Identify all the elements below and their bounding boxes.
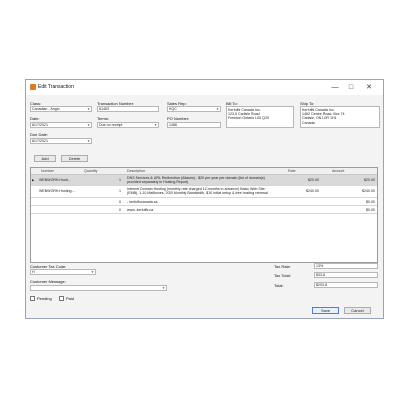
item-description: DNS Services & URL Redirection (Aliases)… bbox=[127, 176, 265, 185]
terms-select[interactable]: Due on receipt ▼ bbox=[97, 122, 159, 128]
chevron-down-icon: ▼ bbox=[91, 270, 94, 274]
sales-rep-value: KQC bbox=[169, 107, 177, 111]
app-icon bbox=[30, 84, 36, 90]
cancel-button[interactable]: Cancel bbox=[344, 307, 371, 314]
add-button[interactable]: Add bbox=[34, 155, 56, 162]
item-number: WEBWORK:Hosting:... bbox=[39, 189, 76, 193]
window-title: Edit Transaction bbox=[38, 84, 74, 90]
minimize-button[interactable]: — bbox=[328, 82, 342, 93]
table-row[interactable]: WEBWORK:Hosting:... 1 Internet Domain Ho… bbox=[31, 186, 377, 198]
customer-tax-code-select[interactable]: H ▼ bbox=[30, 269, 96, 275]
customer-tax-code-value: H bbox=[32, 270, 35, 274]
table-row[interactable]: 0 www. kerfuffs.ca $0.00 bbox=[31, 206, 377, 214]
title-bar: Edit Transaction — □ ✕ bbox=[26, 80, 383, 95]
chevron-down-icon: ▼ bbox=[87, 139, 90, 143]
po-number-input[interactable]: 1486 bbox=[167, 122, 221, 128]
date-value: 8/17/2021 bbox=[32, 123, 48, 127]
item-quantity: 1 bbox=[119, 178, 121, 182]
tax-total-label: Tax Total: bbox=[274, 273, 291, 278]
total-value: $293.8 bbox=[314, 282, 378, 288]
item-quantity: 1 bbox=[119, 189, 121, 193]
terms-value: Due on receipt bbox=[99, 123, 123, 127]
column-header-rate[interactable]: Rate bbox=[288, 169, 296, 173]
item-amount: $0.00 bbox=[366, 200, 375, 204]
due-date-picker[interactable]: 8/17/2021 ▼ bbox=[30, 138, 92, 144]
line-items-table: Number Quantity Description Rate Amount … bbox=[30, 167, 378, 263]
pending-checkbox[interactable] bbox=[30, 296, 35, 301]
class-value: Canadian - Anglo bbox=[32, 107, 60, 111]
customer-message-label: Customer Message: bbox=[30, 279, 66, 284]
item-description: Internet Domain Hosting (monthly rate ch… bbox=[127, 187, 268, 196]
item-description: - kerfuffscanada.ca bbox=[127, 200, 158, 204]
column-header-quantity[interactable]: Quantity bbox=[84, 169, 97, 173]
item-rate: $20.00 bbox=[308, 178, 319, 182]
paid-label: Paid bbox=[66, 296, 75, 301]
chevron-down-icon: ▼ bbox=[87, 123, 90, 127]
column-header-amount[interactable]: Amount bbox=[332, 169, 344, 173]
date-picker[interactable]: 8/17/2021 ▼ bbox=[30, 122, 92, 128]
date-label: Date: bbox=[30, 116, 40, 121]
total-label: Total: bbox=[274, 283, 284, 288]
item-quantity: 0 bbox=[119, 208, 121, 212]
column-header-description[interactable]: Description bbox=[127, 169, 145, 173]
item-description: www. kerfuffs.ca bbox=[127, 208, 154, 212]
pending-label: Pending bbox=[37, 296, 52, 301]
row-selector-icon: ▶ bbox=[32, 178, 35, 182]
item-amount: $0.00 bbox=[366, 208, 375, 212]
chevron-down-icon: ▼ bbox=[87, 107, 90, 111]
edit-transaction-window: Edit Transaction — □ ✕ Class: Transactio… bbox=[25, 79, 384, 319]
chevron-down-icon: ▼ bbox=[154, 123, 157, 127]
tax-rate-value: 13% bbox=[314, 263, 378, 269]
save-button[interactable]: Save bbox=[312, 307, 339, 314]
terms-label: Terms: bbox=[97, 116, 109, 121]
close-button[interactable]: ✕ bbox=[362, 82, 376, 93]
maximize-button[interactable]: □ bbox=[344, 82, 358, 93]
table-header: Number Quantity Description Rate Amount bbox=[31, 168, 377, 175]
tax-total-value: $33.8 bbox=[314, 272, 378, 278]
item-amount: $240.00 bbox=[362, 189, 375, 193]
bill-to-textarea[interactable]: Kerfuffs Canada Inc. 123,5 Carlisle Road… bbox=[226, 106, 294, 128]
item-quantity: 0 bbox=[119, 200, 121, 204]
chevron-down-icon: ▼ bbox=[162, 286, 165, 290]
item-amount: $20.00 bbox=[364, 178, 375, 182]
table-row[interactable]: ▶ WEBWORK:Hosti... 1 DNS Services & URL … bbox=[31, 175, 377, 186]
item-rate: $240.00 bbox=[306, 189, 319, 193]
ship-to-textarea[interactable]: Kerfuffs Canada Inc. 1462 Centre Road, B… bbox=[300, 106, 380, 128]
tax-rate-label: Tax Rate: bbox=[274, 264, 291, 269]
transaction-number-input[interactable]: 61463 bbox=[97, 106, 159, 112]
sales-rep-select[interactable]: KQC ▼ bbox=[167, 106, 221, 112]
table-row[interactable]: 0 - kerfuffscanada.ca $0.00 bbox=[31, 198, 377, 206]
due-date-label: Due Date: bbox=[30, 132, 49, 137]
delete-button[interactable]: Delete bbox=[61, 155, 88, 162]
class-select[interactable]: Canadian - Anglo ▼ bbox=[30, 106, 92, 112]
due-date-value: 8/17/2021 bbox=[32, 139, 48, 143]
paid-checkbox[interactable] bbox=[59, 296, 64, 301]
item-number: WEBWORK:Hosti... bbox=[39, 178, 71, 182]
customer-message-select[interactable]: ▼ bbox=[30, 285, 167, 291]
chevron-down-icon: ▼ bbox=[216, 107, 219, 111]
column-header-number[interactable]: Number bbox=[41, 169, 54, 173]
po-number-label: PO Number: bbox=[167, 116, 190, 121]
